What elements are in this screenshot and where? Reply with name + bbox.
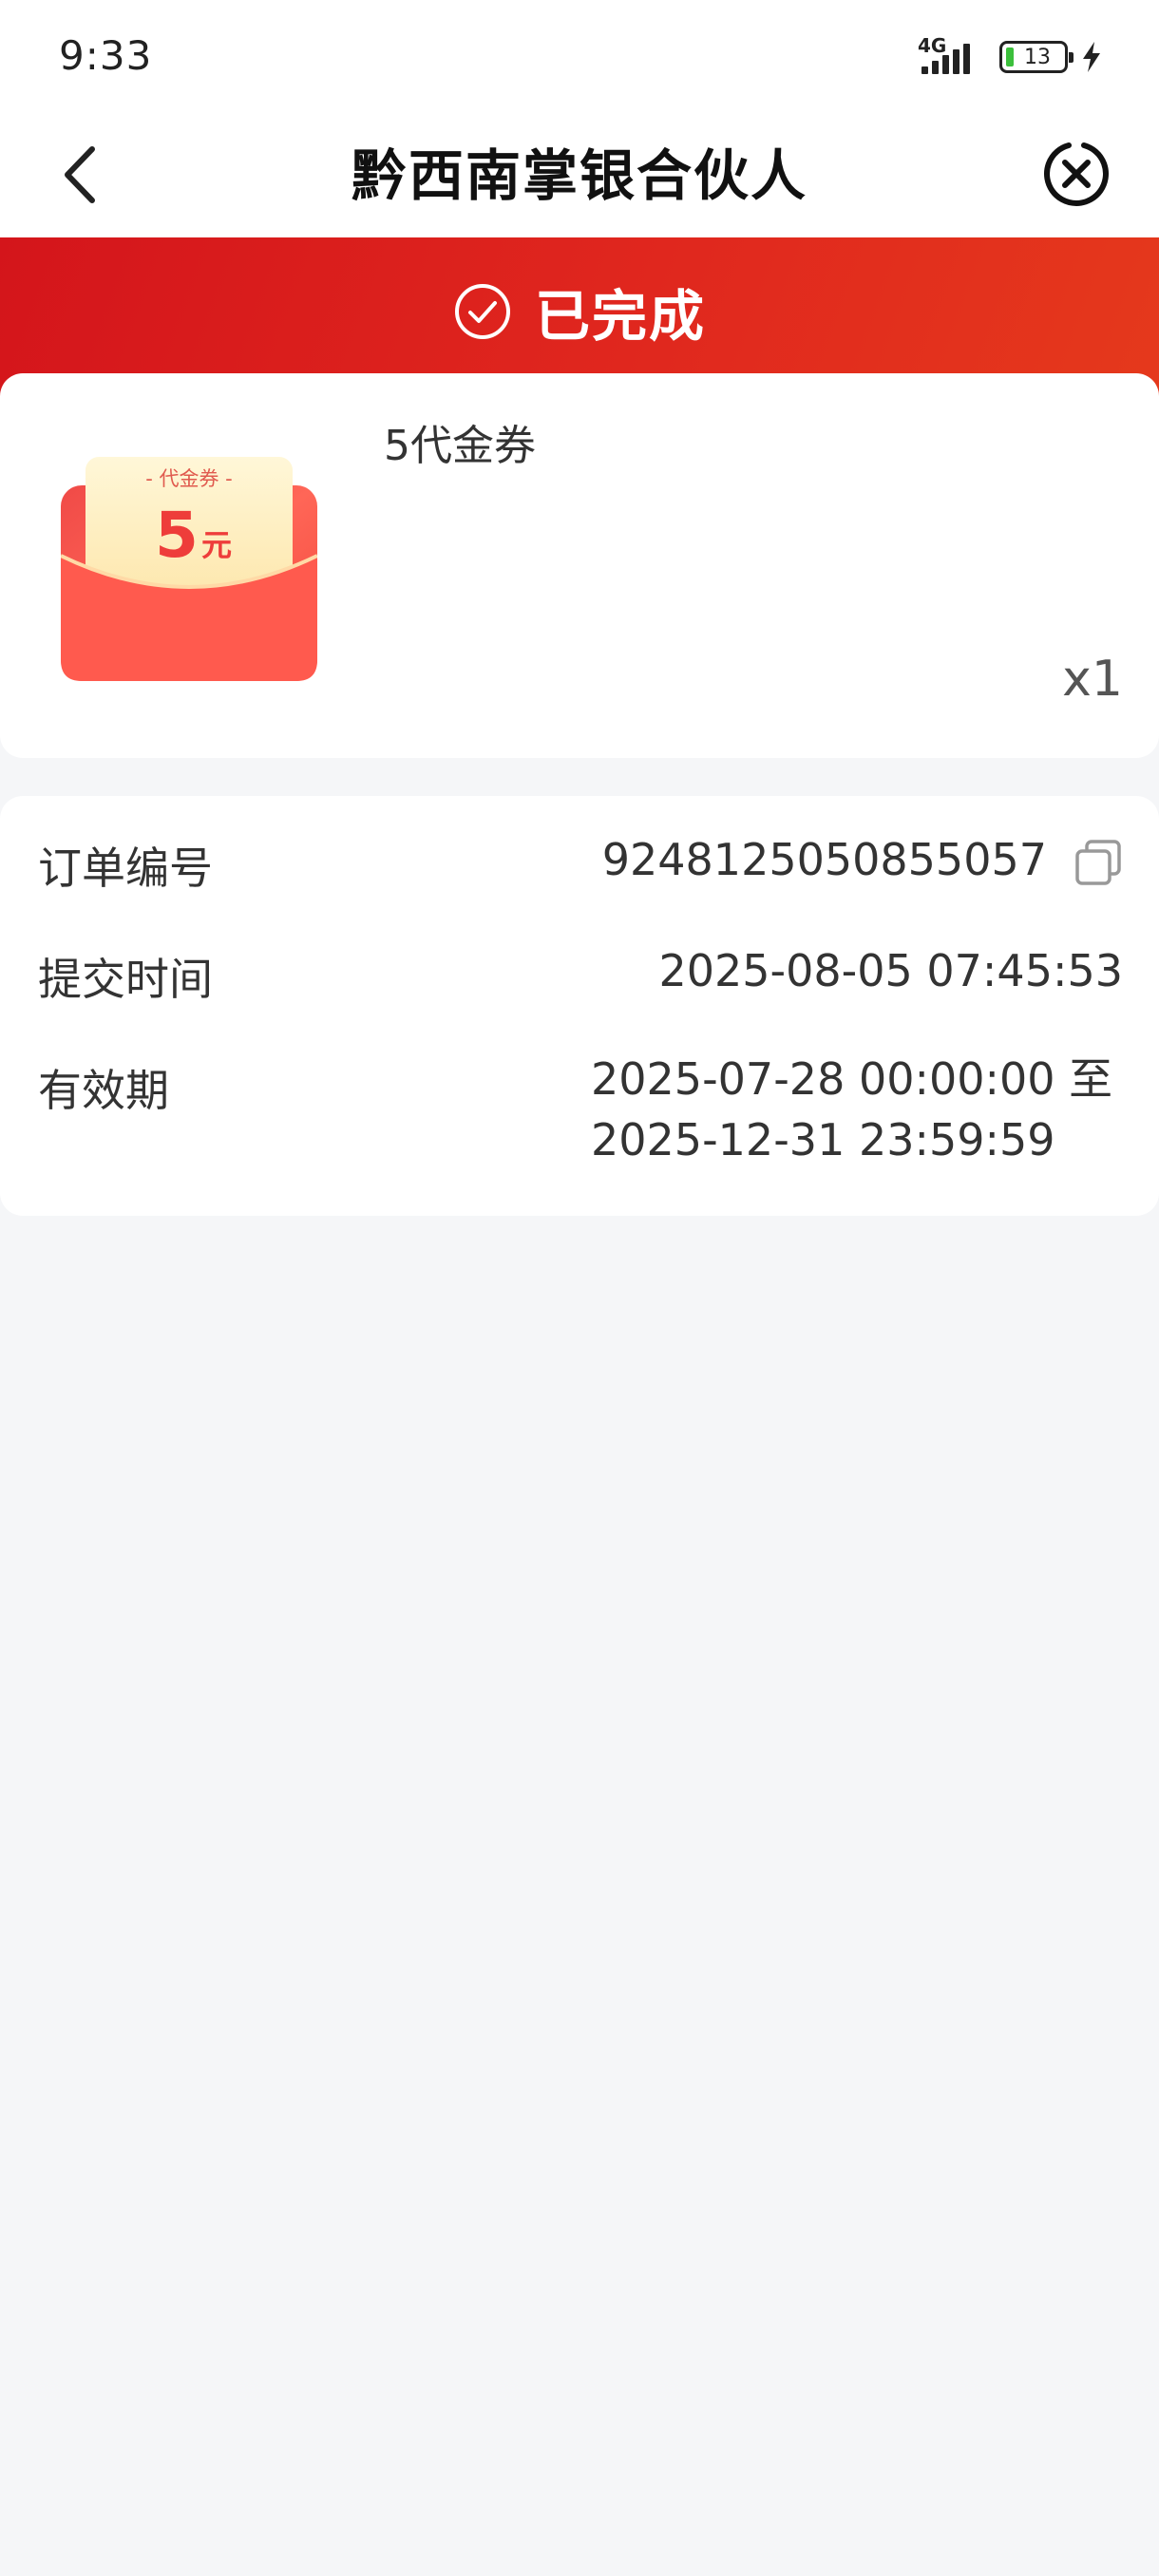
nav-bar: 黔西南掌银合伙人: [0, 112, 1159, 237]
signal-icon: 4G: [918, 34, 986, 76]
page-title: 黔西南掌银合伙人: [351, 143, 808, 208]
battery-level: 13: [1024, 45, 1051, 69]
validity-label: 有效期: [38, 1065, 169, 1116]
validity-value: 2025-07-28 00:00:00 至 2025-12-31 23:59:5…: [591, 1049, 1112, 1170]
product-quantity: x1: [1062, 651, 1123, 708]
order-detail-card: 订单编号 9248125050855057 提交时间 2025-08-05 07…: [0, 796, 1159, 1216]
order-status-text: 已完成: [534, 284, 706, 349]
submit-time-value: 2025-08-05 07:45:53: [658, 945, 1123, 996]
coupon-image: - 代金券 - 5 元: [61, 457, 317, 681]
coupon-unit: 元: [201, 527, 232, 563]
validity-start: 2025-07-28 00:00:00 至: [591, 1053, 1113, 1105]
battery-icon: 13: [999, 41, 1074, 73]
coupon-amount: 5: [155, 499, 199, 572]
coupon-label: - 代金券 -: [145, 467, 233, 490]
validity-end: 2025-12-31 23:59:59: [591, 1114, 1055, 1165]
charging-bolt-icon: [1083, 42, 1100, 72]
status-time: 9:33: [59, 32, 153, 79]
close-circle-icon: [1044, 142, 1109, 206]
status-bar: 9:33 4G 13: [0, 0, 1159, 112]
copy-icon[interactable]: [1074, 838, 1123, 887]
submit-time-label: 提交时间: [38, 954, 213, 1005]
product-name: 5代金券: [384, 422, 536, 470]
order-number-value: 9248125050855057: [601, 834, 1047, 885]
close-button[interactable]: [1036, 133, 1117, 215]
status-icons: 4G 13: [918, 34, 1102, 78]
order-number-label: 订单编号: [38, 843, 213, 894]
check-circle-icon: [454, 284, 510, 339]
product-card[interactable]: - 代金券 - 5 元 5代金券 x1: [0, 373, 1159, 758]
